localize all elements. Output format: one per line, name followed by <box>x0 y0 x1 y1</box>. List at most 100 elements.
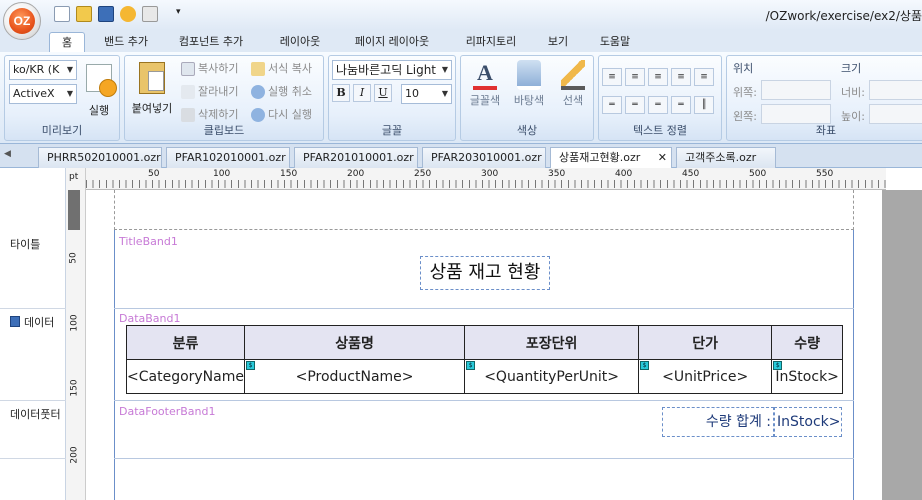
column-header[interactable]: 포장단위 <box>464 325 639 360</box>
tab-add-component[interactable]: 컴포넌트 추가 <box>168 32 254 52</box>
format-copy-button[interactable]: 서식 복사 <box>251 60 312 76</box>
new-file-icon[interactable] <box>54 6 70 22</box>
group-align: ≡ ≡ ≡ ≡ ≡ ═ ═ ═ ═ ║ 텍스트 정렬 <box>598 55 722 141</box>
field-cell[interactable]: $ <ProductName> <box>243 359 466 394</box>
field-cell[interactable]: $ <QuantityPerUnit> <box>464 359 639 394</box>
close-icon[interactable]: ✕ <box>658 148 667 168</box>
h-tick-label: 500 <box>749 169 767 179</box>
delete-button[interactable]: 삭제하기 <box>181 106 238 122</box>
line-color-button[interactable]: 선색 <box>553 60 593 108</box>
band-sidebar: 타이틀 데이터 데이터풋터 <box>0 168 66 500</box>
doc-tab[interactable]: 고객주소록.ozr <box>676 147 776 168</box>
report-title[interactable]: 상품 재고 현황 <box>420 256 550 290</box>
font-color-button[interactable]: A 글꼴색 <box>465 60 505 108</box>
paste-button[interactable]: 붙여넣기 <box>129 60 175 118</box>
align-center-icon[interactable]: ≡ <box>625 68 645 86</box>
title-bar: ▾ /OZwork/exercise/ex2/상품 <box>0 0 922 30</box>
paint-bucket-icon <box>517 60 541 90</box>
font-size-select[interactable]: 10 ▼ <box>401 84 452 104</box>
delete-label: 삭제하기 <box>198 108 239 121</box>
h-tick-label: 200 <box>347 169 365 179</box>
field-cell[interactable]: $ InStock> <box>771 359 843 394</box>
group-coordinates: 위치 크기 위쪽: 왼쪽: 너비: 높이: 좌표 <box>726 55 922 141</box>
band-label-title[interactable]: 타이틀 <box>10 236 40 252</box>
save-icon[interactable] <box>98 6 114 22</box>
tab-home[interactable]: 홈 <box>49 32 85 52</box>
italic-button[interactable]: I <box>353 84 371 102</box>
footer-sum-label[interactable]: 수량 합계 : <box>662 407 774 437</box>
valign-justify-icon[interactable]: ═ <box>671 96 691 114</box>
align-right-icon[interactable]: ≡ <box>648 68 668 86</box>
tab-help[interactable]: 도움말 <box>590 32 640 52</box>
align-justify-icon[interactable]: ≡ <box>671 68 691 86</box>
run-icon[interactable] <box>120 6 136 22</box>
align-group-label: 텍스트 정렬 <box>632 124 688 137</box>
language-select[interactable]: ko/KR (K ▼ <box>9 60 77 80</box>
doc-tab[interactable]: PHRR502010001.ozr <box>38 147 162 168</box>
column-header[interactable]: 수량 <box>771 325 843 360</box>
column-header[interactable]: 분류 <box>126 325 245 360</box>
bold-button[interactable]: B <box>332 84 350 102</box>
open-folder-icon[interactable] <box>76 6 92 22</box>
band-label-data[interactable]: 데이터 <box>24 314 54 330</box>
band-label-footer[interactable]: 데이터풋터 <box>10 406 64 422</box>
undo-label: 실행 취소 <box>268 85 312 98</box>
footer-sum-field[interactable]: InStock> <box>774 407 842 437</box>
ribbon-tabs: 홈 밴드 추가 컴포넌트 추가 레이아웃 페이지 레이아웃 리파지토리 보기 도… <box>0 30 922 52</box>
tab-view[interactable]: 보기 <box>540 32 576 52</box>
copy-icon <box>181 62 195 76</box>
width-input[interactable] <box>869 80 922 100</box>
quick-access-dropdown-icon[interactable]: ▾ <box>176 7 181 17</box>
group-preview: ko/KR (K ▼ ActiveX ▼ 실행 미리보기 <box>4 55 120 141</box>
height-input[interactable] <box>869 104 922 124</box>
tab-repository[interactable]: 리파지토리 <box>456 32 526 52</box>
table-row: <CategoryName $ <ProductName> $ <QuantityP… <box>126 359 843 394</box>
column-header[interactable]: 단가 <box>637 325 773 360</box>
left-input[interactable] <box>761 104 831 124</box>
size-label: 크기 <box>841 62 862 75</box>
tab-layout[interactable]: 레이아웃 <box>270 32 330 52</box>
valign-distribute-icon[interactable]: ║ <box>694 96 714 114</box>
bg-color-button[interactable]: 바탕색 <box>509 60 549 108</box>
run-label: 실행 <box>88 104 110 117</box>
band-divider <box>0 458 66 459</box>
font-color-label: 글꼴색 <box>469 94 501 107</box>
align-distribute-icon[interactable]: ≡ <box>694 68 714 86</box>
data-table: 분류 상품명 포장단위 단가 수량 <CategoryName $ <Produc… <box>126 325 843 394</box>
valign-middle-icon[interactable]: ═ <box>625 96 645 114</box>
top-input[interactable] <box>761 80 831 100</box>
mode-select[interactable]: ActiveX ▼ <box>9 84 77 104</box>
tab-scroll-left-icon[interactable]: ◀ <box>4 149 11 159</box>
horizontal-ruler: 50 100 150 200 250 300 350 400 450 500 5… <box>86 168 886 190</box>
field-binding: <CategoryName <box>127 368 244 385</box>
underline-button[interactable]: U <box>374 84 392 102</box>
doc-tab-active[interactable]: 상품재고현황.ozr ✕ <box>550 147 672 169</box>
font-color-icon: A <box>473 60 497 90</box>
undo-button[interactable]: 실행 취소 <box>251 83 312 99</box>
position-label: 위치 <box>733 62 754 75</box>
v-tick-label: 100 <box>69 314 80 332</box>
doc-tab[interactable]: PFAR203010001.ozr <box>422 147 546 168</box>
align-left-icon[interactable]: ≡ <box>602 68 622 86</box>
run-preview-icon <box>86 64 117 97</box>
ruler-margin-block <box>68 190 80 230</box>
column-header[interactable]: 상품명 <box>243 325 466 360</box>
tab-page-layout[interactable]: 페이지 레이아웃 <box>344 32 440 52</box>
export-icon[interactable] <box>142 6 158 22</box>
font-name-select[interactable]: 나눔바른고딕 Light ▼ <box>332 60 452 80</box>
app-logo[interactable]: OZ <box>3 2 41 40</box>
copy-button[interactable]: 복사하기 <box>181 60 238 76</box>
chevron-down-icon: ▼ <box>66 65 74 74</box>
field-cell[interactable]: $ <UnitPrice> <box>637 359 773 394</box>
redo-button[interactable]: 다시 실행 <box>251 106 312 122</box>
tab-add-band[interactable]: 밴드 추가 <box>96 32 156 52</box>
paste-icon <box>139 62 165 94</box>
cut-button[interactable]: 잘라내기 <box>181 83 238 99</box>
report-canvas[interactable]: TitleBand1 상품 재고 현황 DataBand1 분류 상품명 포장단… <box>86 190 882 500</box>
run-button[interactable]: 실행 <box>83 60 117 118</box>
valign-bottom-icon[interactable]: ═ <box>648 96 668 114</box>
valign-top-icon[interactable]: ═ <box>602 96 622 114</box>
doc-tab[interactable]: PFAR201010001.ozr <box>294 147 418 168</box>
field-cell[interactable]: <CategoryName <box>126 359 245 394</box>
doc-tab[interactable]: PFAR102010001.ozr <box>166 147 290 168</box>
